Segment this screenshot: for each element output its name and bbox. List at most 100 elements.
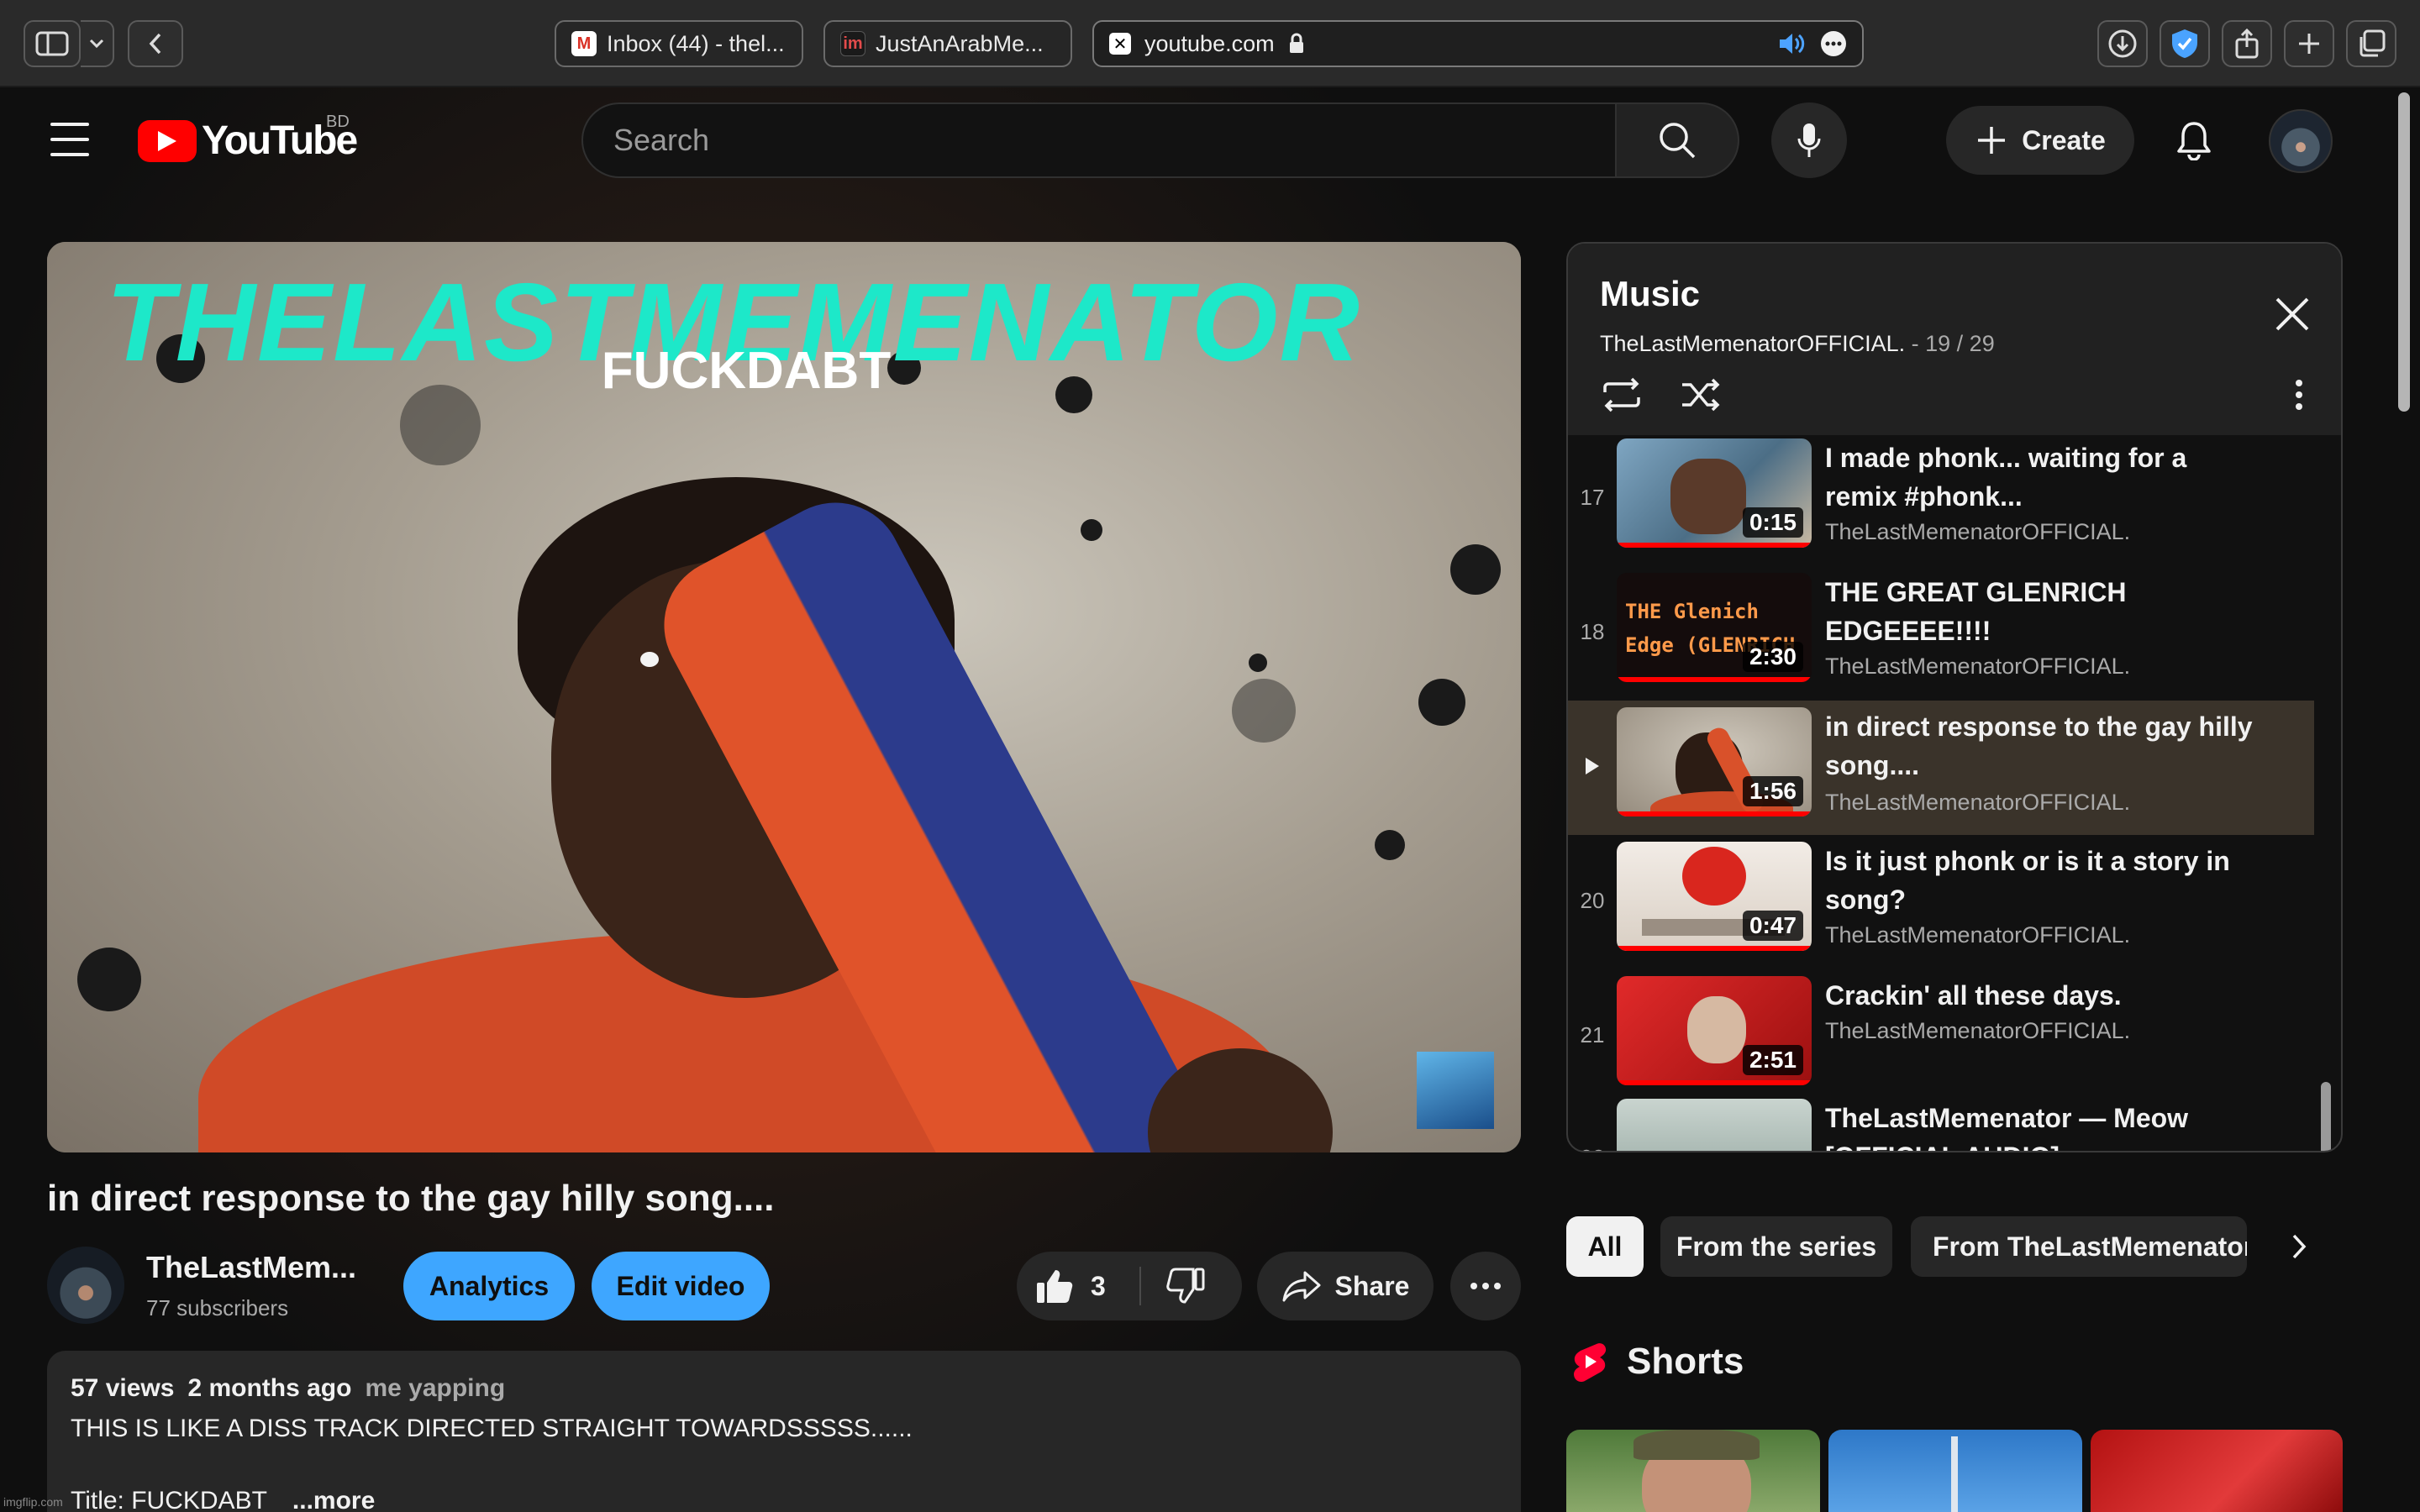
- edit-video-button[interactable]: Edit video: [592, 1252, 770, 1320]
- shuffle-button[interactable]: [1676, 370, 1726, 420]
- chips-next-button[interactable]: [2269, 1216, 2329, 1277]
- imgflip-icon: im: [840, 31, 865, 56]
- duration-badge: 0:47: [1742, 911, 1803, 941]
- playlist-item-thumbnail[interactable]: THE Glenich Edge (GLENRICH E... 2:30: [1617, 573, 1812, 682]
- account-avatar[interactable]: [2269, 109, 2333, 173]
- privacy-extension-button[interactable]: [2160, 20, 2210, 67]
- create-button[interactable]: Create: [1946, 106, 2134, 175]
- guide-menu-button[interactable]: [50, 123, 89, 156]
- duration-badge: 1:56: [1742, 776, 1803, 806]
- tabs-overview-icon: [2360, 29, 2386, 57]
- video-player[interactable]: THELASTMEMENATOR FUCKDABT: [47, 242, 1521, 1152]
- search-input[interactable]: Search: [581, 102, 1617, 178]
- playlist-item-current[interactable]: 1:56 in direct response to the gay hilly…: [1568, 701, 2314, 835]
- chevron-down-icon: [89, 39, 104, 49]
- playlist-item-thumbnail[interactable]: 1:56: [1617, 707, 1812, 816]
- playlist-title[interactable]: Music: [1600, 274, 1700, 314]
- playlist-panel: Music TheLastMemenatorOFFICIAL. - 19 / 2…: [1566, 242, 2343, 1152]
- repeat-icon: [1603, 377, 1640, 412]
- notifications-button[interactable]: [2168, 114, 2220, 166]
- chevron-right-icon: [2292, 1234, 2307, 1259]
- create-label: Create: [2022, 124, 2106, 155]
- playlist-item-thumbnail[interactable]: 0:15: [1617, 438, 1812, 548]
- channel-name[interactable]: TheLastMem...: [146, 1250, 356, 1285]
- share-button-browser[interactable]: [2222, 20, 2272, 67]
- shield-icon: [2172, 29, 2197, 58]
- like-count: 3: [1091, 1270, 1106, 1301]
- lock-icon: [1289, 33, 1303, 53]
- playlist-item-title[interactable]: THE GREAT GLENRICH EDGEEEE!!!!: [1825, 573, 2262, 650]
- short-thumbnail[interactable]: [1566, 1430, 1820, 1512]
- watermark-text: imgflip.com: [3, 1495, 63, 1509]
- tab-group-dropdown-button[interactable]: [81, 20, 114, 67]
- search-button[interactable]: [1617, 102, 1739, 178]
- playlist-items[interactable]: 17 0:15 I made phonk... waiting for a re…: [1568, 435, 2341, 1151]
- tab-imgflip[interactable]: im JustAnArabMe...: [823, 20, 1072, 67]
- playlist-item-thumbnail[interactable]: 2:51: [1617, 976, 1812, 1085]
- thumbs-down-icon: [1166, 1268, 1205, 1304]
- channel-watermark[interactable]: [1417, 1052, 1494, 1129]
- like-dislike-group: 3: [1017, 1252, 1242, 1320]
- upload-age: 2 months ago: [187, 1374, 352, 1402]
- close-playlist-button[interactable]: [2269, 291, 2316, 338]
- playlist-item[interactable]: 20 0:47 Is it just phonk or is it a stor…: [1568, 835, 2314, 966]
- dislike-button[interactable]: [1166, 1252, 1205, 1320]
- more-actions-button[interactable]: [1450, 1252, 1521, 1320]
- playlist-header: Music TheLastMemenatorOFFICIAL. - 19 / 2…: [1568, 244, 2341, 435]
- tab-overview-button[interactable]: [2346, 20, 2396, 67]
- view-count: 57 views: [71, 1374, 175, 1402]
- downloads-button[interactable]: [2097, 20, 2148, 67]
- playlist-item-title[interactable]: I made phonk... waiting for a remix #pho…: [1825, 438, 2262, 516]
- channel-avatar[interactable]: [47, 1247, 124, 1324]
- video-tag[interactable]: me yapping: [365, 1374, 505, 1403]
- voice-search-button[interactable]: [1771, 102, 1847, 178]
- ellipsis-circle-icon[interactable]: [1820, 30, 1847, 57]
- playlist-item[interactable]: 18 THE Glenich Edge (GLENRICH E... 2:30 …: [1568, 566, 2314, 697]
- chip-all[interactable]: All: [1566, 1216, 1644, 1277]
- video-title: in direct response to the gay hilly song…: [47, 1178, 775, 1219]
- new-tab-button[interactable]: [2284, 20, 2334, 67]
- playlist-item[interactable]: 17 0:15 I made phonk... waiting for a re…: [1568, 435, 2314, 563]
- video-subtitle-overlay: FUCKDABT: [601, 342, 892, 400]
- playlist-item-title[interactable]: Is it just phonk or is it a story in son…: [1825, 842, 2262, 919]
- short-thumbnail[interactable]: [2091, 1430, 2343, 1512]
- youtube-logo[interactable]: YouTube BD: [138, 113, 358, 164]
- playlist-owner[interactable]: TheLastMemenatorOFFICIAL.: [1600, 331, 1905, 356]
- back-button[interactable]: [128, 20, 183, 67]
- sidebar-toggle-button[interactable]: [24, 20, 81, 67]
- playlist-item[interactable]: 21 2:51 Crackin' all these days. TheLast…: [1568, 969, 2314, 1100]
- playlist-item-title[interactable]: Crackin' all these days.: [1825, 976, 2262, 1015]
- speaker-icon[interactable]: [1778, 32, 1807, 55]
- country-code: BD: [326, 113, 350, 131]
- page-scrollbar[interactable]: [2395, 92, 2412, 1512]
- playlist-scrollbar[interactable]: [2321, 1082, 2331, 1151]
- short-thumbnail[interactable]: [1828, 1430, 2082, 1512]
- playlist-position: - 19 / 29: [1911, 331, 1995, 356]
- share-button[interactable]: Share: [1257, 1252, 1434, 1320]
- download-icon: [2108, 29, 2137, 58]
- chevron-left-icon: [149, 33, 161, 55]
- playlist-item-thumbnail[interactable]: [1617, 1099, 1812, 1151]
- description-title-line: Title: FUCKDABT: [71, 1487, 267, 1512]
- gmail-icon: M: [571, 31, 597, 56]
- playlist-menu-button[interactable]: [2282, 370, 2316, 420]
- youtube-play-icon: [138, 119, 197, 162]
- playlist-item[interactable]: 22 TheLastMemenator — Meow [OFFICIAL AUD…: [1568, 1092, 2314, 1151]
- description-box[interactable]: 57 views 2 months ago me yapping THIS IS…: [47, 1351, 1521, 1512]
- shuffle-icon: [1682, 378, 1720, 412]
- show-more-link[interactable]: ...more: [292, 1487, 375, 1512]
- chip-from-series[interactable]: From the series: [1660, 1216, 1892, 1277]
- analytics-button[interactable]: Analytics: [403, 1252, 575, 1320]
- playlist-item-title[interactable]: in direct response to the gay hilly song…: [1825, 707, 2262, 785]
- playlist-item-index: 18: [1580, 618, 1605, 644]
- browser-toolbar: M Inbox (44) - thel... im JustAnArabMe..…: [0, 0, 2420, 87]
- tab-inbox[interactable]: M Inbox (44) - thel...: [555, 20, 803, 67]
- playlist-item-thumbnail[interactable]: 0:47: [1617, 842, 1812, 951]
- subscriber-count: 77 subscribers: [146, 1295, 289, 1320]
- playlist-item-title[interactable]: TheLastMemenator — Meow [OFFICIAL AUDIO]: [1825, 1099, 2262, 1151]
- chip-from-channel[interactable]: From TheLastMemenator: [1911, 1216, 2247, 1277]
- loop-button[interactable]: [1597, 370, 1647, 420]
- address-bar[interactable]: ✕ youtube.com: [1092, 20, 1864, 67]
- like-button[interactable]: 3: [1035, 1252, 1106, 1320]
- shorts-icon: [1574, 1343, 1607, 1383]
